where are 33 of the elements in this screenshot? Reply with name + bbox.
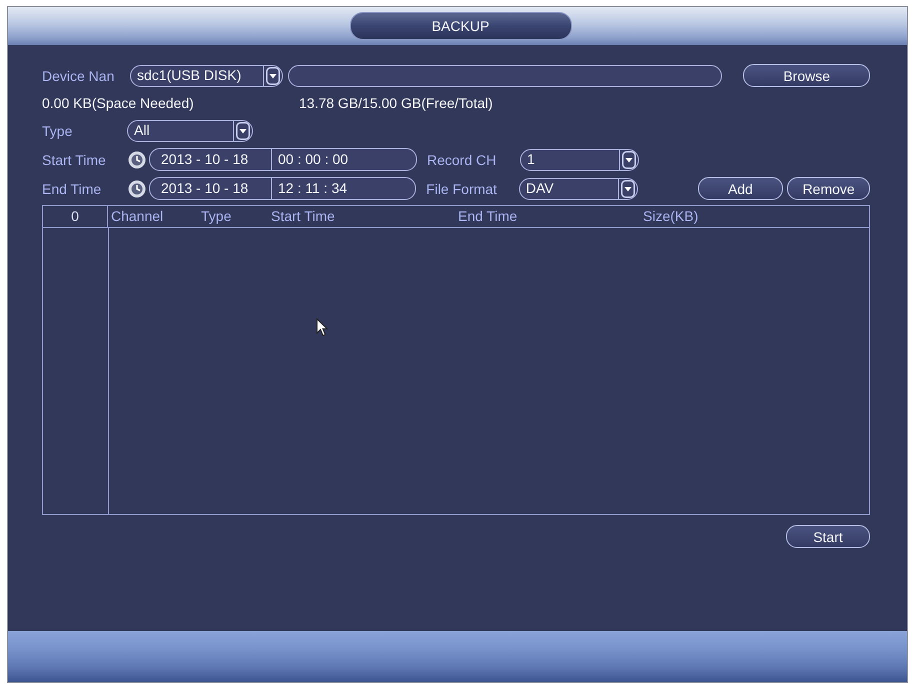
start-time-field[interactable]: 2013 - 10 - 18 00 : 00 : 00 [149, 148, 417, 171]
window-title: BACKUP [350, 12, 572, 40]
device-dropdown[interactable]: sdc1(USB DISK) [130, 64, 283, 86]
record-channel-label: Record CH [427, 152, 498, 168]
column-header: 0 [43, 206, 108, 227]
type-dropdown[interactable]: All [127, 120, 253, 142]
clock-icon [128, 180, 146, 198]
caret-icon [620, 180, 635, 198]
mouse-pointer-icon [316, 318, 328, 337]
browse-button[interactable]: Browse [743, 64, 870, 87]
column-header: Channel [110, 207, 164, 226]
free-total-text: 13.78 GB/15.00 GB(Free/Total) [299, 94, 493, 110]
device-name-label: Device Nan [42, 68, 116, 84]
caret-icon [236, 122, 250, 140]
column-header: Type [200, 207, 232, 226]
clock-icon [128, 150, 146, 168]
start-button[interactable]: Start [786, 525, 870, 548]
file-format-dropdown[interactable]: DAV [518, 178, 638, 200]
end-time-label: End Time [42, 180, 102, 196]
path-field[interactable] [288, 64, 722, 86]
record-channel-dropdown[interactable]: 1 [520, 148, 639, 170]
file-format-label: File Format [426, 180, 498, 196]
type-label: Type [42, 123, 74, 139]
column-header: Size(KB) [642, 207, 700, 226]
add-button[interactable]: Add [698, 177, 784, 200]
caret-icon [622, 150, 636, 168]
column-header: End Time [457, 207, 518, 226]
end-time-field[interactable]: 2013 - 10 - 18 12 : 11 : 34 [149, 177, 416, 200]
remove-button[interactable]: Remove [787, 177, 870, 200]
caret-icon [266, 66, 280, 84]
space-needed-text: 0.00 KB(Space Needed) [42, 94, 195, 110]
column-header: Start Time [270, 207, 336, 226]
start-time-label: Start Time [42, 152, 107, 168]
